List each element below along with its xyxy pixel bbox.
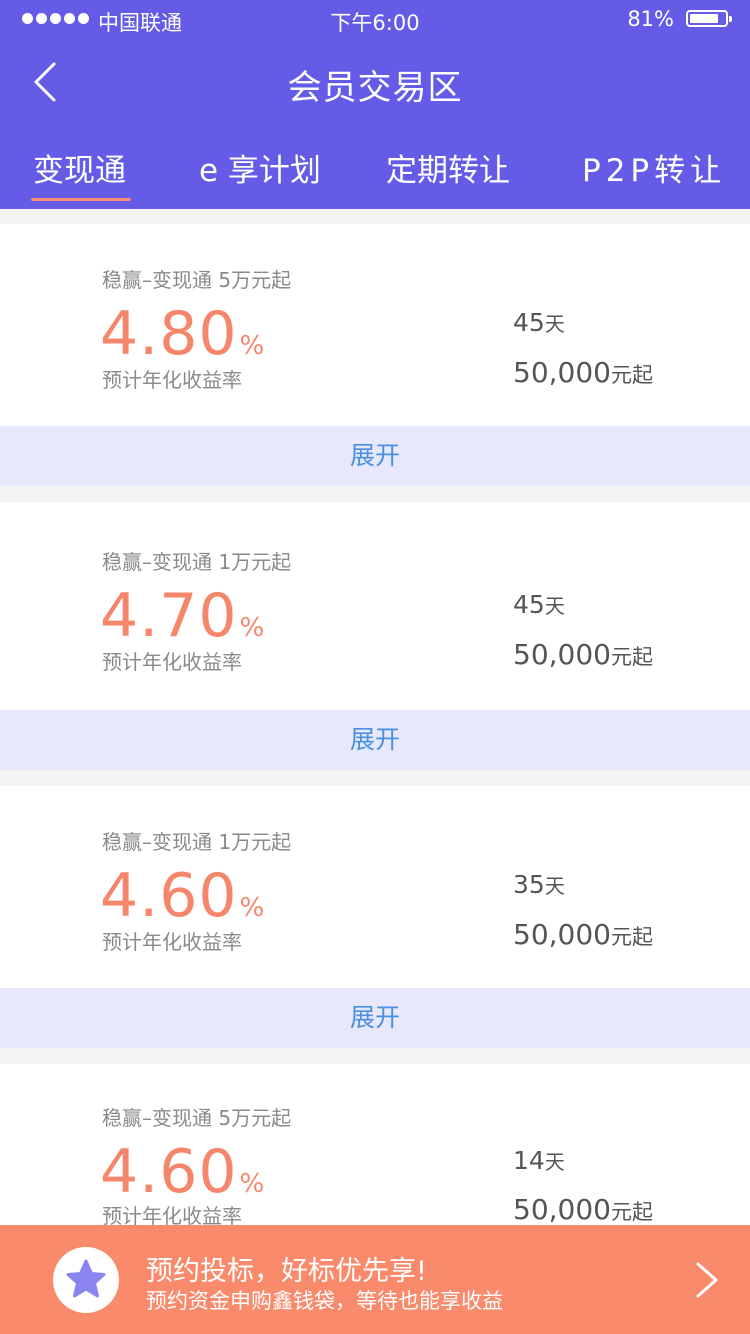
yield-rate-label: 预计年化收益率	[102, 650, 242, 674]
yield-rate: 4.60%	[100, 1142, 264, 1202]
tab-fixed-term-transfer[interactable]: 定期转让	[386, 145, 510, 190]
term-unit: 天	[544, 874, 565, 898]
min-amount-value: 50,000	[513, 638, 611, 671]
product-card[interactable]: 稳赢–变现通 1万元起 4.70% 预计年化收益率 45天 50,000元起	[0, 502, 750, 710]
app-header: 中国联通 下午6:00 81% 会员交易区 变现通 e 享计划 定期转让 P2P…	[0, 0, 750, 209]
yield-rate-unit: %	[239, 1169, 265, 1199]
tab-bar: 变现通 e 享计划 定期转让 P2P转让	[0, 145, 750, 209]
tab-p2p-transfer[interactable]: P2P转让	[582, 145, 726, 190]
yield-rate-value: 4.80	[100, 299, 238, 369]
min-amount-unit: 元起	[610, 925, 653, 949]
term-unit: 天	[544, 594, 565, 618]
yield-rate-unit: %	[239, 893, 265, 923]
chevron-right-icon[interactable]	[692, 1261, 722, 1299]
yield-rate-unit: %	[239, 613, 265, 643]
star-badge	[53, 1247, 119, 1313]
product-card[interactable]: 稳赢–变现通 1万元起 4.60% 预计年化收益率 35天 50,000元起	[0, 786, 750, 988]
battery-icon	[686, 10, 732, 27]
battery-percentage: 81%	[627, 7, 674, 31]
term-value: 45	[513, 308, 545, 337]
yield-rate-unit: %	[239, 331, 265, 361]
yield-rate: 4.80%	[100, 304, 264, 364]
term-unit: 天	[544, 1150, 565, 1174]
min-amount-unit: 元起	[610, 645, 653, 669]
min-amount-value: 50,000	[513, 918, 611, 951]
yield-rate-value: 4.70	[100, 581, 238, 651]
term-value: 14	[513, 1146, 545, 1175]
term-value: 35	[513, 870, 545, 899]
product-name: 稳赢–变现通 1万元起	[102, 550, 292, 574]
yield-rate-value: 4.60	[100, 861, 238, 931]
product-name: 稳赢–变现通 5万元起	[102, 1106, 292, 1130]
term-days: 35天	[513, 870, 565, 899]
tab-bianxiantong[interactable]: 变现通	[33, 145, 126, 190]
product-card[interactable]: 稳赢–变现通 5万元起 4.60% 预计年化收益率 14天 50,000元起	[0, 1064, 750, 1228]
term-unit: 天	[544, 312, 565, 336]
reservation-banner[interactable]: 预约投标，好标优先享! 预约资金申购鑫钱袋，等待也能享收益	[0, 1225, 750, 1334]
yield-rate-label: 预计年化收益率	[102, 368, 242, 392]
product-name: 稳赢–变现通 1万元起	[102, 830, 292, 854]
yield-rate-value: 4.60	[100, 1137, 238, 1207]
expand-button[interactable]: 展开	[0, 710, 750, 770]
product-card[interactable]: 稳赢–变现通 5万元起 4.80% 预计年化收益率 45天 50,000元起	[0, 224, 750, 426]
yield-rate: 4.70%	[100, 586, 264, 646]
banner-subtitle: 预约资金申购鑫钱袋，等待也能享收益	[146, 1289, 503, 1313]
min-amount-value: 50,000	[513, 356, 611, 389]
term-days: 14天	[513, 1146, 565, 1175]
yield-rate-label: 预计年化收益率	[102, 930, 242, 954]
expand-button[interactable]: 展开	[0, 426, 750, 486]
term-days: 45天	[513, 308, 565, 337]
product-name: 稳赢–变现通 5万元起	[102, 268, 292, 292]
min-amount-unit: 元起	[610, 363, 653, 387]
term-days: 45天	[513, 590, 565, 619]
expand-button[interactable]: 展开	[0, 988, 750, 1048]
banner-title: 预约投标，好标优先享!	[146, 1256, 427, 1287]
min-amount-value: 50,000	[513, 1193, 611, 1226]
active-tab-indicator	[31, 198, 131, 201]
term-value: 45	[513, 590, 545, 619]
min-amount: 50,000元起	[513, 1193, 653, 1226]
min-amount-unit: 元起	[610, 1200, 653, 1224]
min-amount: 50,000元起	[513, 638, 653, 671]
min-amount: 50,000元起	[513, 356, 653, 389]
min-amount: 50,000元起	[513, 918, 653, 951]
tab-e-xiang-plan[interactable]: e 享计划	[199, 145, 321, 190]
page-title: 会员交易区	[287, 68, 463, 108]
status-bar: 中国联通 下午6:00 81%	[0, 0, 750, 40]
yield-rate: 4.60%	[100, 866, 264, 926]
star-icon	[66, 1259, 106, 1298]
